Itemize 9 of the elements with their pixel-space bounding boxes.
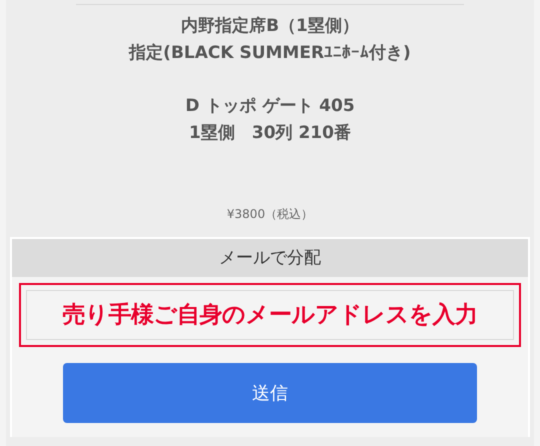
ticket-text: 1塁側 30列 210番 [188, 122, 352, 145]
ticket-text: 内野指定席B（1塁側） [180, 15, 360, 38]
price-text: ¥3800（税込） [226, 206, 314, 223]
send-button[interactable]: 送信 [63, 363, 477, 423]
ticket-text: 指定(BLACK SUMMERﾕﾆﾎｰﾑ付き) [128, 42, 412, 65]
ticket-text: D トッポ ゲート 405 [184, 95, 356, 118]
section-header: メールで分配 [12, 239, 528, 277]
annotation-text: 売り手様ご自身のメールアドレスを入力 [62, 300, 478, 330]
email-field[interactable]: 売り手様ご自身のメールアドレスを入力 [19, 283, 521, 347]
